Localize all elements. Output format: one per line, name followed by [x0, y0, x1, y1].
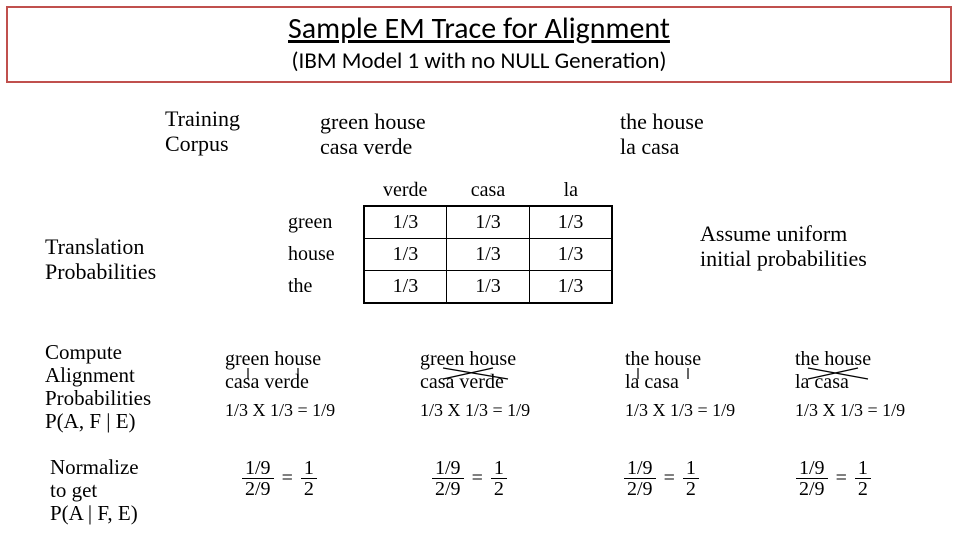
- row-label: house: [260, 239, 364, 271]
- cell: 1/3: [364, 206, 447, 239]
- frac-den: 2/9: [242, 479, 274, 499]
- align-calc: 1/3 X 1/3 = 1/9: [420, 400, 530, 421]
- cell: 1/3: [447, 239, 530, 271]
- align-es: casa verde: [420, 371, 530, 394]
- align-es: la casa: [795, 371, 905, 394]
- align-calc: 1/3 X 1/3 = 1/9: [625, 400, 735, 421]
- fraction-eq: 1/92/9 = 12: [620, 458, 703, 499]
- fraction-eq: 1/92/9 = 12: [238, 458, 321, 499]
- alignment-block: the house la casa 1/3 X 1/3 = 1/9: [625, 348, 735, 421]
- compute-alignment-label: ComputeAlignmentProbabilitiesP(A, F | E): [45, 341, 151, 433]
- translation-probabilities-label: TranslationProbabilities: [45, 234, 156, 285]
- col-header: casa: [447, 176, 530, 206]
- frac-num: 1/9: [242, 458, 274, 479]
- fraction-eq: 1/92/9 = 12: [428, 458, 511, 499]
- col-header: verde: [364, 176, 447, 206]
- training-corpus-label: TrainingCorpus: [165, 106, 240, 157]
- frac-den: 2: [491, 479, 507, 499]
- equals-sign: =: [472, 467, 483, 490]
- align-en: the house: [625, 348, 735, 371]
- cell: 1/3: [364, 271, 447, 304]
- assume-uniform-label: Assume uniforminitial probabilities: [700, 221, 867, 272]
- cell: 1/3: [529, 239, 612, 271]
- frac-den: 2/9: [432, 479, 464, 499]
- frac-num: 1: [301, 458, 317, 479]
- frac-den: 2: [301, 479, 317, 499]
- cell: 1/3: [529, 271, 612, 304]
- frac-num: 1: [491, 458, 507, 479]
- frac-num: 1: [683, 458, 699, 479]
- alignment-block: the house la casa 1/3 X 1/3 = 1/9: [795, 348, 905, 421]
- frac-den: 2: [855, 479, 871, 499]
- frac-num: 1/9: [624, 458, 656, 479]
- normalize-label: Normalizeto getP(A | F, E): [50, 456, 139, 525]
- align-es: la casa: [625, 371, 735, 394]
- probability-table: verde casa la green 1/3 1/3 1/3 house 1/…: [260, 176, 613, 304]
- alignment-block: green house casa verde 1/3 X 1/3 = 1/9: [225, 348, 335, 421]
- title-sub: (IBM Model 1 with no NULL Generation): [8, 47, 950, 75]
- frac-den: 2/9: [796, 479, 828, 499]
- title-main: Sample EM Trace for Alignment: [8, 10, 950, 47]
- title-box: Sample EM Trace for Alignment (IBM Model…: [6, 6, 952, 83]
- corpus-pair-1: green house casa verde: [320, 109, 426, 160]
- fraction-eq: 1/92/9 = 12: [792, 458, 875, 499]
- alignment-block: green house casa verde 1/3 X 1/3 = 1/9: [420, 348, 530, 421]
- corpus-pair-2: the house la casa: [620, 109, 704, 160]
- align-calc: 1/3 X 1/3 = 1/9: [795, 400, 905, 421]
- cell: 1/3: [529, 206, 612, 239]
- frac-num: 1/9: [432, 458, 464, 479]
- align-es: casa verde: [225, 371, 335, 394]
- equals-sign: =: [836, 467, 847, 490]
- frac-den: 2: [683, 479, 699, 499]
- align-calc: 1/3 X 1/3 = 1/9: [225, 400, 335, 421]
- cell: 1/3: [364, 239, 447, 271]
- col-header: la: [529, 176, 612, 206]
- align-en: green house: [420, 348, 530, 371]
- corpus-es: la casa: [620, 134, 704, 159]
- corpus-en: green house: [320, 109, 426, 134]
- frac-num: 1/9: [796, 458, 828, 479]
- frac-num: 1: [855, 458, 871, 479]
- align-en: green house: [225, 348, 335, 371]
- row-label: green: [260, 206, 364, 239]
- equals-sign: =: [664, 467, 675, 490]
- cell: 1/3: [447, 271, 530, 304]
- frac-den: 2/9: [624, 479, 656, 499]
- corpus-es: casa verde: [320, 134, 426, 159]
- cell: 1/3: [447, 206, 530, 239]
- align-en: the house: [795, 348, 905, 371]
- corpus-en: the house: [620, 109, 704, 134]
- equals-sign: =: [282, 467, 293, 490]
- row-label: the: [260, 271, 364, 304]
